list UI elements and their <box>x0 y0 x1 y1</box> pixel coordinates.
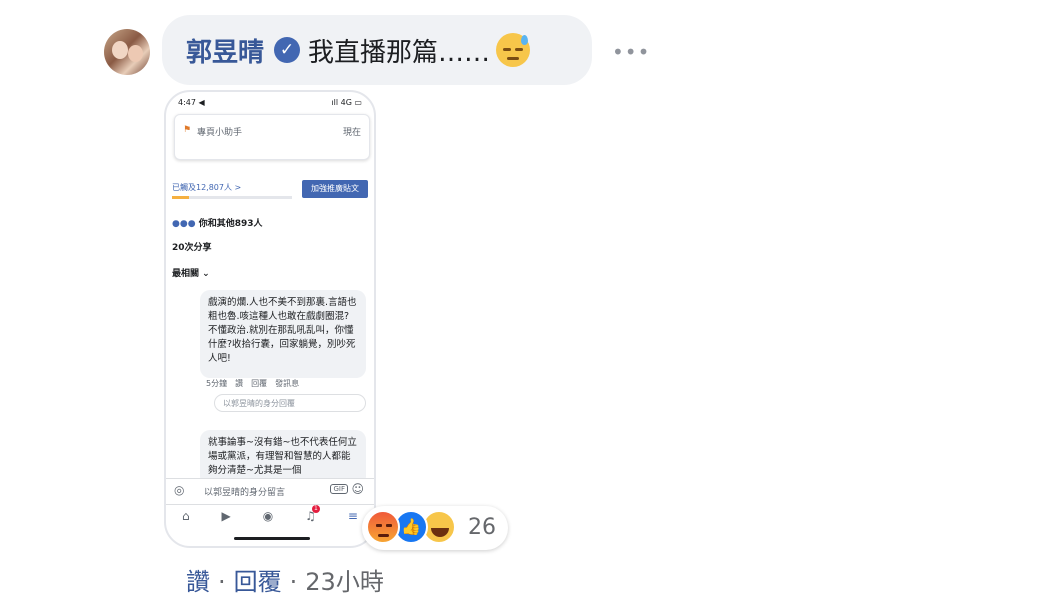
profile-icon: ◉ <box>262 509 274 523</box>
sweat-face-icon <box>496 33 531 67</box>
reach-progress-fill <box>172 196 189 199</box>
comment-author[interactable]: 郭昱晴 <box>186 32 264 69</box>
phone-comment-actions: 5分鐘 讚 回覆 發訊息 <box>206 379 300 388</box>
timestamp[interactable]: 23小時 <box>305 568 384 596</box>
comment-bubble: 郭昱晴 ✓ 我直播那篇…… <box>162 15 592 85</box>
separator: · <box>218 568 226 596</box>
camera-icon: ◎ <box>174 483 185 497</box>
phone-input-placeholder: 以郭昱晴的身分留言 <box>204 488 286 498</box>
verified-badge-icon: ✓ <box>274 37 301 63</box>
menu-icon: ≡ <box>347 509 358 523</box>
phone-comment-input: ◎ 以郭昱晴的身分留言 GIF ☺ <box>166 478 374 503</box>
page-assistant-card: ⚑ 專頁小助手 現在 <box>174 114 370 160</box>
bell-icon: ♫ 1 <box>305 505 320 523</box>
smiley-icon: ☺ <box>351 482 364 496</box>
phone-nav-bar: ⌂ ▶ ◉ ♫ 1 ≡ <box>166 504 374 527</box>
reactions-summary: ●●● 你和其他893人 <box>172 216 263 229</box>
reactions-text: 你和其他893人 <box>198 219 263 229</box>
page-assistant-name: 專頁小助手 <box>197 128 243 138</box>
boost-post-button: 加強推廣貼文 <box>302 180 368 198</box>
more-options-icon[interactable]: ••• <box>612 42 650 62</box>
phone-comment-1: 戲演的爛.人也不美不到那裏.言語也粗也魯.咳這種人也敢在戲劇圈混?不懂政治.就別… <box>200 290 366 378</box>
separator: · <box>289 568 298 596</box>
sort-label: 最相關 ⌄ <box>172 269 210 279</box>
phone-status-bar: 4:47 ◀ ıll 4G ▭ <box>178 98 362 107</box>
like-link[interactable]: 讚 <box>186 568 210 596</box>
reply-link[interactable]: 回覆 <box>234 568 282 596</box>
reaction-icons: ●●● <box>172 219 199 229</box>
avatar[interactable] <box>104 29 150 75</box>
status-signal: ıll 4G ▭ <box>331 98 362 107</box>
angry-reaction-icon <box>366 510 400 544</box>
video-icon: ▶ <box>221 509 231 523</box>
reach-text: 已觸及12,807人 > <box>172 183 242 192</box>
home-indicator <box>234 537 310 540</box>
comment-actions: 讚 · 回覆 · 23小時 <box>186 562 384 597</box>
gif-icon: GIF <box>330 484 348 494</box>
home-icon: ⌂ <box>181 509 190 523</box>
reaction-summary[interactable]: 👍 26 <box>362 506 508 550</box>
now-label: 現在 <box>342 128 361 138</box>
reaction-count: 26 <box>468 515 496 540</box>
flag-icon: ⚑ <box>183 125 192 135</box>
shares-count: 20次分享 <box>172 243 212 253</box>
avatar-face <box>128 45 143 62</box>
notification-badge: 1 <box>311 505 320 513</box>
attached-screenshot[interactable]: 4:47 ◀ ıll 4G ▭ ⚑ 專頁小助手 現在 已觸及12,807人 > … <box>164 90 376 548</box>
phone-reply-field: 以郭昱晴的身分回覆 <box>214 394 366 412</box>
reach-progress-bar <box>172 196 292 199</box>
avatar-face <box>112 41 128 59</box>
status-time: 4:47 ◀ <box>178 98 205 107</box>
comment-text: 我直播那篇…… <box>308 37 491 68</box>
